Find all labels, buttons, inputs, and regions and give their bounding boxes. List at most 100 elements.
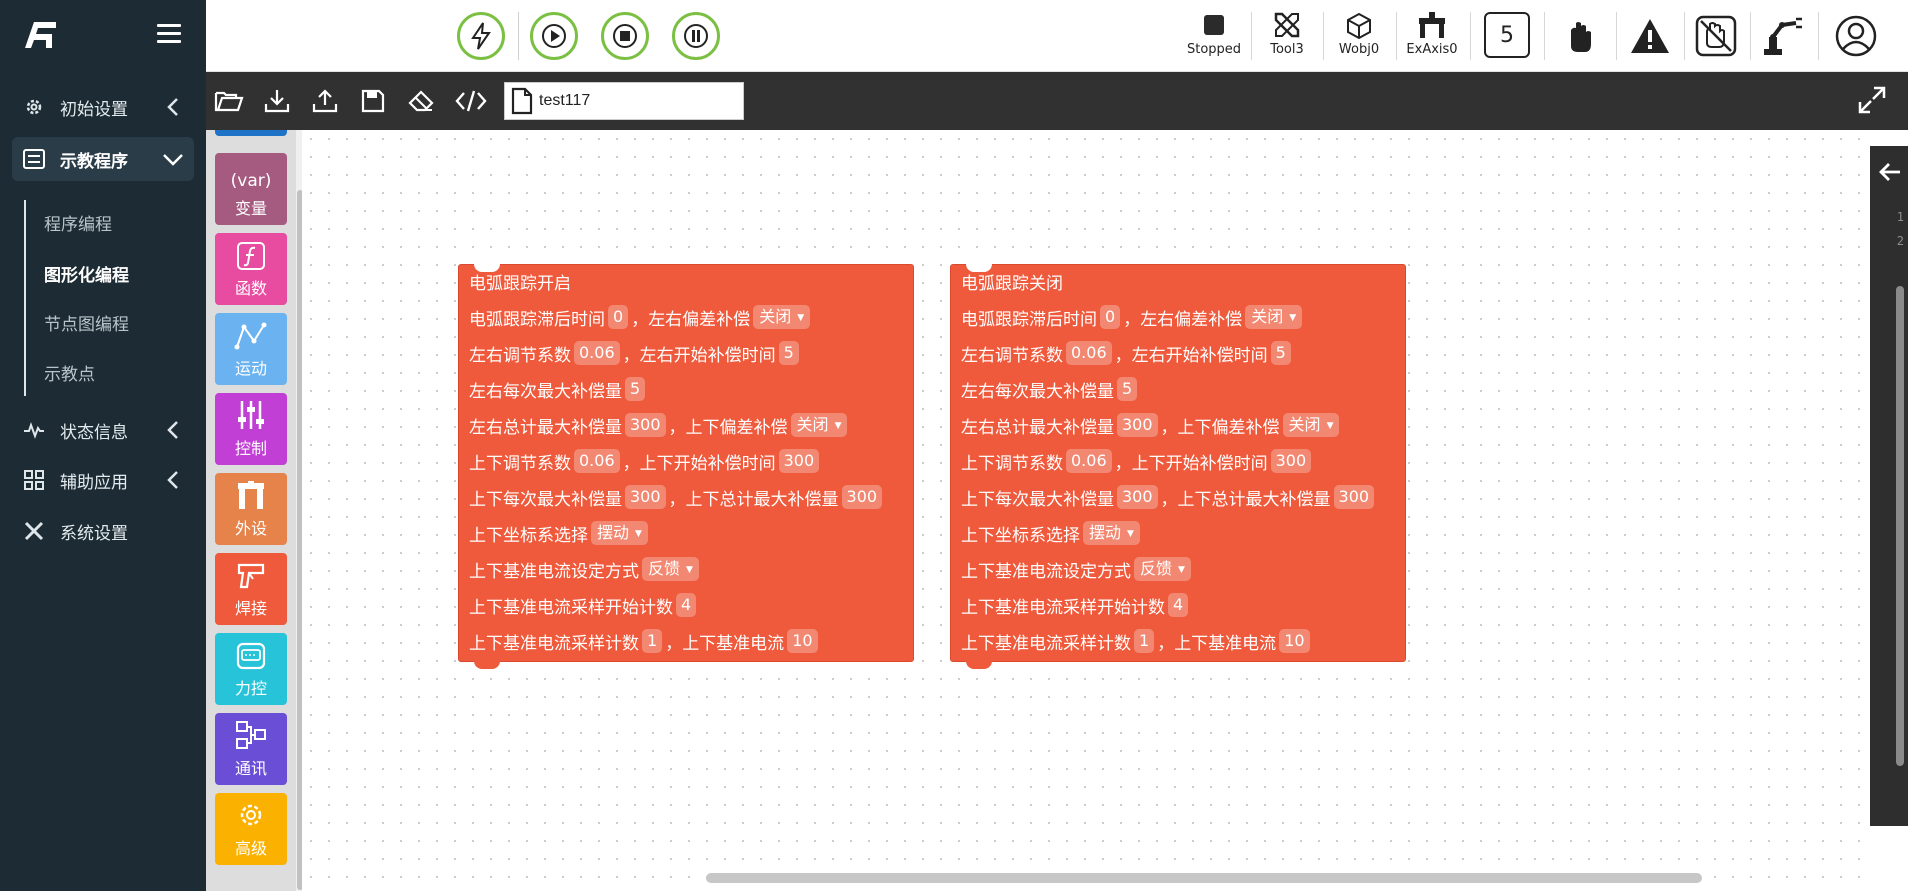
category-motion[interactable]: 运动 — [215, 313, 287, 385]
nav-item-initial-settings[interactable]: 初始设置 — [12, 85, 194, 129]
ud-compensation-dropdown[interactable]: 关闭 ▼ — [1282, 413, 1340, 437]
save-icon — [361, 89, 385, 113]
subnav-item-program[interactable]: 程序编程 — [44, 210, 112, 235]
lr-max-step-field[interactable]: 5 — [1117, 377, 1138, 401]
block-row: 左右调节系数 0.06 ， 左右开始补偿时间 5 — [961, 340, 1294, 366]
blockly-workspace[interactable]: 电弧跟踪开启 电弧跟踪滞后时间 0 ， 左右偏差补偿 关闭 ▼ 左右调节系数 0.… — [302, 130, 1870, 891]
ud-max-total-field[interactable]: 300 — [841, 485, 883, 509]
wrench-icon — [22, 519, 46, 543]
status-wobj[interactable]: Wobj0 — [1326, 8, 1392, 66]
subnav-item-node-graph[interactable]: 节点图编程 — [44, 310, 129, 335]
status-stopped[interactable]: Stopped — [1181, 8, 1247, 66]
ud-sample-start-field[interactable]: 4 — [676, 593, 697, 617]
ud-base-current-field[interactable]: 10 — [787, 629, 818, 653]
advanced-gear-icon — [240, 804, 262, 826]
code-view-button[interactable] — [454, 86, 488, 116]
ud-sample-count-field[interactable]: 1 — [642, 629, 663, 653]
lr-compensation-dropdown[interactable]: 关闭 ▼ — [1245, 305, 1303, 329]
nav-item-aux-apps[interactable]: 辅助应用 — [12, 458, 194, 502]
lr-max-step-field[interactable]: 5 — [625, 377, 646, 401]
download-button[interactable] — [262, 86, 292, 116]
file-name-input[interactable] — [539, 92, 719, 110]
category-function[interactable]: 函数 — [215, 233, 287, 305]
category-force-control[interactable]: 力控 — [215, 633, 287, 705]
ud-max-step-field[interactable]: 300 — [625, 485, 666, 509]
workspace-horizontal-scrollbar[interactable] — [706, 873, 1702, 883]
lag-time-field[interactable]: 0 — [608, 305, 629, 329]
ud-start-time-field[interactable]: 300 — [1270, 449, 1312, 473]
arc-tracking-off-block[interactable]: 电弧跟踪关闭 电弧跟踪滞后时间 0 ， 左右偏差补偿 关闭 ▼ 左右调节系数 0.… — [950, 264, 1406, 669]
category-control[interactable]: 控制 — [215, 393, 287, 465]
file-name-field[interactable] — [504, 82, 744, 120]
ud-coord-dropdown[interactable]: 摆动 ▼ — [591, 521, 648, 545]
pause-button[interactable] — [672, 12, 720, 60]
row-label: 上下调节系数 — [961, 453, 1063, 474]
play-button[interactable] — [530, 12, 578, 60]
ud-max-total-field[interactable]: 300 — [1333, 485, 1375, 509]
ud-current-mode-dropdown[interactable]: 反馈 ▼ — [642, 557, 699, 581]
ud-coefficient-field[interactable]: 0.06 — [1066, 449, 1112, 473]
speed-value-box[interactable]: 5 — [1484, 12, 1530, 58]
lr-coefficient-field[interactable]: 0.06 — [1066, 341, 1112, 365]
clear-button[interactable] — [406, 86, 436, 116]
drag-teach-button[interactable] — [1692, 12, 1740, 60]
lr-compensation-dropdown[interactable]: 关闭 ▼ — [753, 305, 811, 329]
nav-item-status-info[interactable]: 状态信息 — [12, 408, 194, 452]
enable-button[interactable] — [457, 12, 505, 60]
category-communication[interactable]: 通讯 — [215, 713, 287, 785]
category-advanced[interactable]: 高级 — [215, 793, 287, 865]
category-peripheral[interactable]: 外设 — [215, 473, 287, 545]
top-bar: Stopped Tool3 Wobj0 ExAxis0 5 — [206, 0, 1908, 72]
lr-max-total-field[interactable]: 300 — [625, 413, 666, 437]
arrow-left-icon[interactable] — [1878, 160, 1902, 184]
dropdown-arrow-icon: ▼ — [686, 564, 693, 575]
subnav-item-teach-points[interactable]: 示教点 — [44, 360, 95, 385]
stop-button[interactable] — [601, 12, 649, 60]
ud-coord-dropdown[interactable]: 摆动 ▼ — [1083, 521, 1140, 545]
arc-tracking-on-block[interactable]: 电弧跟踪开启 电弧跟踪滞后时间 0 ， 左右偏差补偿 关闭 ▼ 左右调节系数 0.… — [458, 264, 914, 669]
category-logic-partial[interactable] — [215, 130, 287, 136]
lr-coefficient-field[interactable]: 0.06 — [574, 341, 620, 365]
status-ex-axis[interactable]: ExAxis0 — [1399, 8, 1465, 66]
ud-max-step-field[interactable]: 300 — [1117, 485, 1158, 509]
ud-coefficient-field[interactable]: 0.06 — [574, 449, 620, 473]
category-label: 高级 — [234, 839, 267, 858]
nav-item-label: 状态信息 — [60, 422, 128, 443]
hand-mode-button[interactable] — [1556, 12, 1604, 60]
stop-icon — [613, 24, 637, 48]
open-folder-button[interactable] — [214, 86, 244, 116]
save-button[interactable] — [358, 86, 388, 116]
ud-start-time-field[interactable]: 300 — [778, 449, 820, 473]
nav-item-teach-program[interactable]: 示教程序 — [12, 137, 194, 181]
upload-button[interactable] — [310, 86, 340, 116]
code-panel-scrollbar[interactable] — [1896, 286, 1904, 766]
ud-base-current-field[interactable]: 10 — [1279, 629, 1310, 653]
editor-toolbar — [206, 72, 1908, 130]
block-row: 上下每次最大补偿量 300 ， 上下总计最大补偿量 300 — [961, 484, 1377, 510]
block-row: 上下基准电流设定方式 反馈 ▼ — [961, 556, 1194, 582]
grid-icon — [22, 468, 46, 492]
lag-time-field[interactable]: 0 — [1100, 305, 1121, 329]
lr-start-time-field[interactable]: 5 — [778, 341, 799, 365]
user-account-button[interactable] — [1832, 12, 1880, 60]
block-row: 左右每次最大补偿量 5 — [469, 376, 648, 402]
eraser-icon — [408, 90, 434, 112]
lr-start-time-field[interactable]: 5 — [1270, 341, 1291, 365]
warning-button[interactable] — [1626, 12, 1674, 60]
category-welding[interactable]: 焊接 — [215, 553, 287, 625]
ud-current-mode-dropdown[interactable]: 反馈 ▼ — [1134, 557, 1191, 581]
row-label: 上下基准电流 — [1174, 633, 1277, 654]
ud-sample-start-field[interactable]: 4 — [1168, 593, 1189, 617]
lr-max-total-field[interactable]: 300 — [1117, 413, 1158, 437]
category-variable[interactable]: (var) 变量 — [215, 153, 287, 225]
robot-button[interactable] — [1758, 12, 1806, 60]
menu-toggle-icon[interactable] — [157, 24, 181, 44]
nav-item-system-settings[interactable]: 系统设置 — [12, 509, 194, 553]
motion-path-icon — [234, 322, 267, 350]
ud-sample-count-field[interactable]: 1 — [1134, 629, 1155, 653]
chevron-left-icon — [167, 471, 178, 489]
status-tool[interactable]: Tool3 — [1254, 8, 1320, 66]
fullscreen-icon[interactable] — [1858, 86, 1886, 114]
ud-compensation-dropdown[interactable]: 关闭 ▼ — [790, 413, 848, 437]
subnav-item-graphical[interactable]: 图形化编程 — [44, 261, 129, 286]
